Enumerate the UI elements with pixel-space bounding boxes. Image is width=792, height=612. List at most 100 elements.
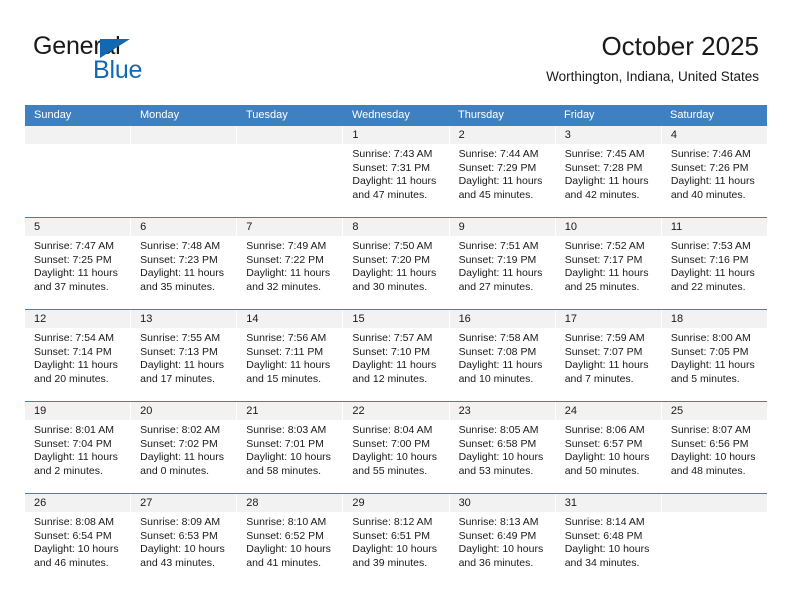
day-number: 14 — [237, 310, 343, 328]
sunset-text: Sunset: 6:54 PM — [34, 529, 112, 542]
title-block: October 2025 Worthington, Indiana, Unite… — [546, 30, 759, 86]
calendar-day-cell[interactable]: 8 Sunrise: 7:50 AM Sunset: 7:20 PM Daylight… — [343, 218, 450, 309]
calendar-day-cell[interactable]: 3 Sunrise: 7:45 AM Sunset: 7:28 PM Daylight… — [555, 126, 662, 217]
daylight-text-line1: Daylight: 11 hours — [246, 359, 331, 372]
sunrise-text: Sunrise: 8:12 AM — [352, 516, 433, 528]
calendar-day-cell[interactable]: 20 Sunrise: 8:02 AM Sunset: 7:02 PM Dayligh… — [131, 402, 238, 493]
sunrise-text: Sunrise: 8:03 AM — [246, 424, 327, 436]
calendar-day-cell[interactable]: 26 Sunrise: 8:08 AM Sunset: 6:54 PM Dayligh… — [25, 494, 132, 585]
sunrise-text: Sunrise: 8:10 AM — [246, 516, 327, 528]
sunrise-text: Sunrise: 8:05 AM — [458, 424, 539, 436]
calendar-day-cell[interactable]: 6 Sunrise: 7:48 AM Sunset: 7:23 PM Daylight… — [131, 218, 238, 309]
daylight-text-line2: and 36 minutes. — [458, 556, 534, 569]
sunset-text: Sunset: 6:58 PM — [458, 437, 537, 450]
calendar-week-row: 5 Sunrise: 7:47 AM Sunset: 7:25 PM Daylight… — [25, 217, 767, 309]
sunset-text: Sunset: 7:31 PM — [352, 161, 431, 174]
weekday-monday: Monday — [140, 109, 180, 121]
weekday-sunday: Sunday — [34, 109, 72, 121]
weekday-thursday: Thursday — [458, 109, 504, 121]
sunset-text: Sunset: 7:07 PM — [564, 345, 643, 358]
daylight-text-line1: Daylight: 10 hours — [352, 543, 438, 556]
calendar-day-cell[interactable]: 5 Sunrise: 7:47 AM Sunset: 7:25 PM Daylight… — [25, 218, 132, 309]
calendar-day-cell[interactable]: 25 Sunrise: 8:07 AM Sunset: 6:56 PM Dayligh… — [661, 402, 767, 493]
calendar-day-cell[interactable]: 4 Sunrise: 7:46 AM Sunset: 7:26 PM Daylight… — [661, 126, 767, 217]
day-number: 16 — [449, 310, 555, 328]
day-sun-info: Sunrise: 7:55 AM Sunset: 7:13 PM Daylight:… — [131, 328, 236, 386]
calendar-day-cell[interactable]: 10 Sunrise: 7:52 AM Sunset: 7:17 PM Dayligh… — [555, 218, 662, 309]
daylight-text-line2: and 2 minutes. — [34, 464, 103, 477]
calendar-day-cell[interactable]: 7 Sunrise: 7:49 AM Sunset: 7:22 PM Daylight… — [237, 218, 344, 309]
sunrise-text: Sunrise: 7:50 AM — [352, 240, 433, 252]
daylight-text-line1: Daylight: 10 hours — [34, 543, 119, 556]
day-number: 5 — [25, 218, 131, 236]
daylight-text-line1: Daylight: 11 hours — [34, 359, 118, 372]
daylight-text-line1: Daylight: 11 hours — [352, 359, 437, 372]
sunset-text: Sunset: 6:48 PM — [564, 529, 643, 542]
sunrise-text: Sunrise: 8:06 AM — [564, 424, 645, 436]
day-sun-info: Sunrise: 8:07 AM Sunset: 6:56 PM Daylight:… — [662, 420, 767, 478]
sunset-text: Sunset: 7:20 PM — [352, 253, 431, 266]
day-sun-info: Sunrise: 7:59 AM Sunset: 7:07 PM Daylight:… — [556, 328, 661, 386]
calendar-day-cell[interactable]: 2 Sunrise: 7:44 AM Sunset: 7:29 PM Daylight… — [449, 126, 556, 217]
daylight-text-line2: and 39 minutes. — [352, 556, 428, 569]
day-sun-info: Sunrise: 7:48 AM Sunset: 7:23 PM Daylight:… — [131, 236, 236, 294]
sunset-text: Sunset: 7:00 PM — [352, 437, 431, 450]
weekday-tuesday: Tuesday — [246, 109, 288, 121]
daylight-text-line2: and 34 minutes. — [564, 556, 640, 569]
calendar-day-cell[interactable]: 19 Sunrise: 8:01 AM Sunset: 7:04 PM Dayligh… — [25, 402, 132, 493]
daylight-text-line2: and 40 minutes. — [670, 188, 746, 201]
calendar-day-cell[interactable]: 14 Sunrise: 7:56 AM Sunset: 7:11 PM Dayligh… — [237, 310, 344, 401]
sunrise-text: Sunrise: 7:46 AM — [670, 148, 751, 160]
sunrise-text: Sunrise: 8:13 AM — [458, 516, 539, 528]
calendar-day-cell[interactable]: 22 Sunrise: 8:04 AM Sunset: 7:00 PM Dayligh… — [343, 402, 450, 493]
calendar-day-cell[interactable]: 15 Sunrise: 7:57 AM Sunset: 7:10 PM Dayligh… — [343, 310, 450, 401]
day-number: 31 — [555, 494, 661, 512]
sunrise-text: Sunrise: 7:53 AM — [670, 240, 751, 252]
day-number: 24 — [555, 402, 661, 420]
sunrise-text: Sunrise: 8:09 AM — [140, 516, 221, 528]
calendar-day-cell[interactable]: 21 Sunrise: 8:03 AM Sunset: 7:01 PM Dayligh… — [237, 402, 344, 493]
day-number: 18 — [661, 310, 767, 328]
sunrise-text: Sunrise: 8:02 AM — [140, 424, 221, 436]
calendar-day-cell[interactable]: 18 Sunrise: 8:00 AM Sunset: 7:05 PM Dayligh… — [661, 310, 767, 401]
calendar-day-cell[interactable]: 23 Sunrise: 8:05 AM Sunset: 6:58 PM Dayligh… — [449, 402, 556, 493]
weekday-wednesday: Wednesday — [352, 109, 410, 121]
calendar-week-row: 12 Sunrise: 7:54 AM Sunset: 7:14 PM Dayligh… — [25, 309, 767, 401]
daylight-text-line1: Daylight: 11 hours — [34, 451, 118, 464]
sunset-text: Sunset: 6:51 PM — [352, 529, 431, 542]
day-sun-info: Sunrise: 7:47 AM Sunset: 7:25 PM Daylight:… — [25, 236, 130, 294]
daylight-text-line1: Daylight: 11 hours — [564, 267, 649, 280]
day-sun-info: Sunrise: 8:09 AM Sunset: 6:53 PM Daylight:… — [131, 512, 236, 570]
sunset-text: Sunset: 7:14 PM — [34, 345, 112, 358]
calendar-day-cell[interactable]: 24 Sunrise: 8:06 AM Sunset: 6:57 PM Dayligh… — [555, 402, 662, 493]
day-number: 19 — [25, 402, 131, 420]
sunset-text: Sunset: 6:49 PM — [458, 529, 537, 542]
calendar-day-cell[interactable]: 27 Sunrise: 8:09 AM Sunset: 6:53 PM Dayligh… — [131, 494, 238, 585]
daylight-text-line2: and 17 minutes. — [140, 372, 215, 385]
calendar-day-cell[interactable]: 16 Sunrise: 7:58 AM Sunset: 7:08 PM Dayligh… — [449, 310, 556, 401]
sunrise-text: Sunrise: 7:59 AM — [564, 332, 645, 344]
calendar-day-cell[interactable]: 30 Sunrise: 8:13 AM Sunset: 6:49 PM Dayligh… — [449, 494, 556, 585]
daylight-text-line2: and 10 minutes. — [458, 372, 534, 385]
calendar-day-cell[interactable]: 11 Sunrise: 7:53 AM Sunset: 7:16 PM Dayligh… — [661, 218, 767, 309]
calendar-day-cell[interactable]: 12 Sunrise: 7:54 AM Sunset: 7:14 PM Dayligh… — [25, 310, 132, 401]
day-number: 8 — [343, 218, 449, 236]
sunset-text: Sunset: 7:04 PM — [34, 437, 112, 450]
daylight-text-line1: Daylight: 10 hours — [352, 451, 438, 464]
calendar-day-cell[interactable]: 1 Sunrise: 7:43 AM Sunset: 7:31 PM Daylight… — [343, 126, 450, 217]
calendar-day-cell[interactable]: 17 Sunrise: 7:59 AM Sunset: 7:07 PM Dayligh… — [555, 310, 662, 401]
day-number — [131, 126, 237, 144]
daylight-text-line1: Daylight: 10 hours — [458, 543, 544, 556]
calendar-day-cell[interactable]: 9 Sunrise: 7:51 AM Sunset: 7:19 PM Daylight… — [449, 218, 556, 309]
day-sun-info: Sunrise: 8:13 AM Sunset: 6:49 PM Daylight:… — [450, 512, 555, 570]
day-sun-info: Sunrise: 7:53 AM Sunset: 7:16 PM Daylight:… — [662, 236, 767, 294]
day-number: 4 — [661, 126, 767, 144]
calendar-day-cell[interactable]: 13 Sunrise: 7:55 AM Sunset: 7:13 PM Dayligh… — [131, 310, 238, 401]
calendar-day-cell[interactable]: 29 Sunrise: 8:12 AM Sunset: 6:51 PM Dayligh… — [343, 494, 450, 585]
daylight-text-line2: and 43 minutes. — [140, 556, 215, 569]
daylight-text-line2: and 5 minutes. — [670, 372, 740, 385]
calendar-day-cell[interactable]: 28 Sunrise: 8:10 AM Sunset: 6:52 PM Dayligh… — [237, 494, 344, 585]
sunrise-text: Sunrise: 7:49 AM — [246, 240, 327, 252]
calendar-day-cell[interactable]: 31 Sunrise: 8:14 AM Sunset: 6:48 PM Dayligh… — [555, 494, 662, 585]
sunset-text: Sunset: 7:02 PM — [140, 437, 218, 450]
